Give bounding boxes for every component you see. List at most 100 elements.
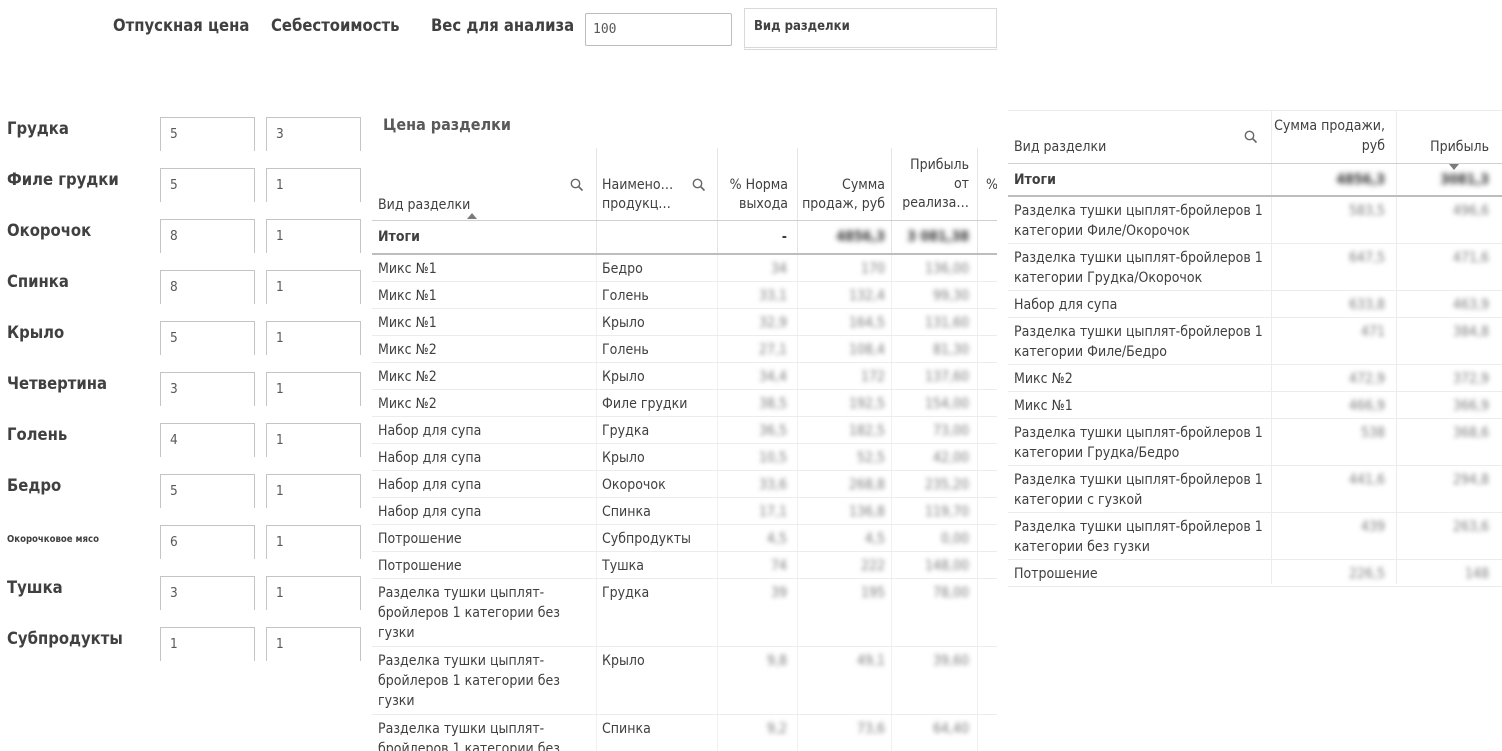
cell-kind-line: Микс №1	[378, 288, 437, 304]
search-icon[interactable]	[570, 178, 584, 192]
table-row[interactable]: Микс №2 Крыло 34,4 172 137,60	[372, 363, 997, 390]
cost-input[interactable]: 1	[266, 372, 361, 406]
table-row[interactable]: Набор для супа Крыло 10,5 52,5 42,00	[372, 444, 997, 471]
cell-kind-line: бройлеров 1 категории без	[378, 741, 560, 751]
price-input[interactable]: 3	[160, 372, 255, 406]
price-input[interactable]: 8	[160, 270, 255, 304]
cell-yield: 38,5	[758, 396, 787, 412]
weight-label: Вес для анализа	[431, 16, 575, 35]
price-input[interactable]: 3	[160, 576, 255, 610]
col-header-extra[interactable]: %	[986, 177, 997, 193]
table-row[interactable]: Разделка тушки цыплят-бройлеров 1 категор…	[1008, 197, 1502, 244]
table-row[interactable]: Микс №2 Филе грудки 38,5 192,5 154,00	[372, 390, 997, 417]
cell-kind: Разделка тушки цыплят-бройлеров 1 категор…	[1014, 470, 1269, 510]
col-header-kind[interactable]: Вид разделки	[378, 197, 470, 213]
col-header-yield-line2: выхода	[739, 196, 788, 212]
cell-sales: 136,8	[848, 504, 885, 520]
col-header-sales-line2: продаж, руб	[802, 196, 885, 212]
table-row[interactable]: Потрошение Субпродукты 4,5 4,5 0,00	[372, 525, 997, 552]
table-row[interactable]: Разделка тушки цыплят-бройлеров 1 категор…	[1008, 419, 1502, 466]
summary-table: Вид разделки Сумма продажи, руб Прибыль Итог…	[1008, 110, 1502, 590]
cell-sales: 439	[1360, 519, 1385, 535]
search-icon[interactable]	[692, 178, 706, 192]
price-input[interactable]: 5	[160, 117, 255, 151]
table-row[interactable]: Разделка тушки цыплят-бройлеров 1 категор…	[1008, 244, 1502, 291]
table-row[interactable]: Разделка тушки цыплят-бройлеров 1 категор…	[1008, 466, 1502, 513]
table-row[interactable]: Набор для супа 633,8 463,9	[1008, 291, 1502, 318]
table-row[interactable]: Микс №1 466,9 366,9	[1008, 392, 1502, 419]
cost-input[interactable]: 3	[266, 117, 361, 151]
cost-input[interactable]: 1	[266, 576, 361, 610]
cell-yield: 17,1	[758, 504, 787, 520]
cost-input[interactable]: 1	[266, 219, 361, 253]
col-header-profit[interactable]: Прибыль	[1396, 139, 1489, 155]
col-header-kind[interactable]: Вид разделки	[1014, 139, 1106, 155]
cost-input[interactable]: 1	[266, 168, 361, 202]
cell-kind: Разделка тушки цыплят-бройлеров 1 категор…	[1014, 423, 1269, 463]
table-row[interactable]: Микс №1 Крыло 32,9 164,5 131,60	[372, 309, 997, 336]
cell-kind-line: Разделка тушки цыплят-бройлеров 1	[1014, 250, 1263, 266]
price-input[interactable]: 5	[160, 321, 255, 355]
table-row[interactable]: Разделка тушки цыплят-бройлеров 1 категор…	[1008, 318, 1502, 365]
table-row[interactable]: Набор для супа Спинка 17,1 136,8 119,70	[372, 498, 997, 525]
cut-type-filter[interactable]: Вид разделки	[744, 8, 997, 50]
cell-kind: Микс №1	[378, 286, 593, 306]
price-table-title: Цена разделки	[383, 115, 511, 134]
table-row[interactable]: Потрошение 226,5 148	[1008, 560, 1502, 587]
table-row[interactable]: Разделка тушки цыплят-бройлеров 1 катего…	[372, 647, 997, 715]
table-row[interactable]: Микс №2 Голень 27,1 108,4 81,30	[372, 336, 997, 363]
totals-sales: 4856,3	[836, 229, 885, 245]
table-row[interactable]: Разделка тушки цыплят-бройлеров 1 катего…	[372, 715, 997, 751]
table-row[interactable]: Микс №1 Голень 33,1 132,4 99,30	[372, 282, 997, 309]
sale-price-header: Отпускная цена	[113, 16, 250, 35]
table-row[interactable]: Набор для супа Грудка 36,5 182,5 73,00	[372, 417, 997, 444]
cell-product: Бедро	[602, 261, 643, 277]
col-header-profit[interactable]: Прибыль	[891, 157, 969, 173]
totals-sales: 4856,3	[1336, 172, 1385, 188]
col-header-sales[interactable]: Сумма	[797, 177, 885, 193]
cell-kind: Набор для супа	[1014, 295, 1269, 315]
cost-input[interactable]: 1	[266, 525, 361, 559]
col-header-sales[interactable]: Сумма продажи,	[1271, 118, 1385, 134]
cell-divider	[977, 282, 978, 309]
cell-kind-line: Потрошение	[1014, 566, 1098, 582]
cell-kind: Микс №2	[378, 367, 593, 387]
cell-divider	[977, 552, 978, 579]
cell-yield: 74	[770, 558, 787, 574]
cell-kind-line: Разделка тушки цыплят-бройлеров 1	[1014, 472, 1263, 488]
search-icon[interactable]	[1244, 130, 1258, 144]
price-input[interactable]: 5	[160, 474, 255, 508]
cell-divider	[977, 715, 978, 751]
param-label: Окорочок	[7, 221, 92, 240]
row-divider	[1008, 586, 1502, 587]
price-input[interactable]: 8	[160, 219, 255, 253]
col-header-yield[interactable]: % Норма	[717, 177, 788, 193]
cost-input[interactable]: 1	[266, 270, 361, 304]
weight-input[interactable]: 100	[585, 13, 732, 46]
cell-kind-line: Разделка тушки цыплят-бройлеров 1	[1014, 519, 1263, 535]
cell-sales: 472,9	[1348, 371, 1385, 387]
price-input[interactable]: 1	[160, 627, 255, 661]
top-border	[1008, 110, 1502, 111]
table-row[interactable]: Микс №1 Бедро 34 170 136,00	[372, 255, 997, 282]
table-row[interactable]: Микс №2 472,9 372,9	[1008, 365, 1502, 392]
cost-input[interactable]: 1	[266, 474, 361, 508]
param-label: Спинка	[7, 272, 69, 291]
price-table: Вид разделки Наимено… продукц… % Норма выход…	[372, 148, 997, 751]
cell-kind: Набор для супа	[378, 502, 593, 522]
table-row[interactable]: Набор для супа Окорочок 33,6 268,8 235,20	[372, 471, 997, 498]
col-header-product[interactable]: Наимено…	[602, 177, 673, 193]
cell-product: Крыло	[602, 369, 645, 385]
cell-sales: 192,5	[848, 396, 885, 412]
price-input[interactable]: 6	[160, 525, 255, 559]
table-row[interactable]: Разделка тушки цыплят-бройлеров 1 категор…	[1008, 513, 1502, 560]
cost-input[interactable]: 1	[266, 321, 361, 355]
cost-input[interactable]: 1	[266, 423, 361, 457]
cell-divider	[596, 444, 597, 471]
cost-input[interactable]: 1	[266, 627, 361, 661]
price-input[interactable]: 5	[160, 168, 255, 202]
cell-yield: 36,5	[758, 423, 787, 439]
price-input[interactable]: 4	[160, 423, 255, 457]
table-row[interactable]: Разделка тушки цыплят-бройлеров 1 катего…	[372, 579, 997, 647]
table-row[interactable]: Потрошение Тушка 74 222 148,00	[372, 552, 997, 579]
